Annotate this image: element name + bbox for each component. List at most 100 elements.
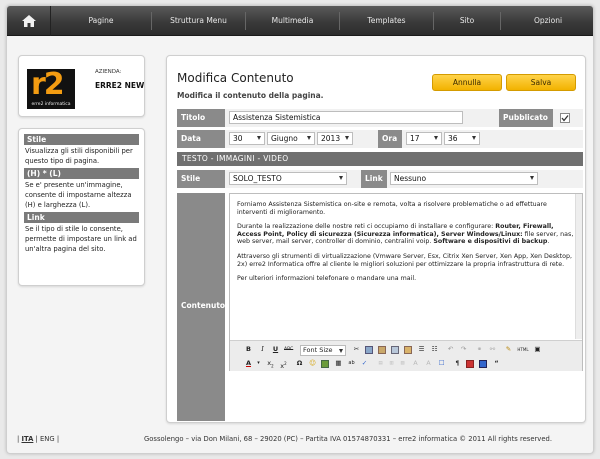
time-label: Ora bbox=[378, 130, 402, 148]
content-label: Contenuto bbox=[177, 193, 225, 421]
page-subtitle: Modifica il contenuto della pagina. bbox=[177, 91, 324, 100]
strike-icon[interactable]: A bbox=[411, 359, 420, 368]
year-value: 2013 bbox=[321, 134, 341, 143]
table-icon[interactable]: ▦ bbox=[334, 359, 343, 368]
redo-icon[interactable]: ↷ bbox=[459, 345, 468, 354]
published-checkbox[interactable] bbox=[560, 113, 570, 123]
text-color-icon[interactable]: A bbox=[244, 359, 253, 368]
year-select[interactable]: 2013 bbox=[317, 132, 353, 145]
link-label: Link bbox=[361, 170, 387, 188]
link-icon[interactable]: ⚭ bbox=[475, 345, 484, 354]
superscript-icon[interactable]: x2 bbox=[279, 359, 288, 370]
company-label: AZIENDA: bbox=[95, 69, 122, 75]
lang-eng[interactable]: ENG bbox=[40, 435, 55, 443]
editor-paragraph: Per ulteriori informazioni telefonare o … bbox=[237, 275, 417, 283]
italic-icon[interactable]: I bbox=[258, 345, 267, 354]
strikethrough-icon[interactable]: ABC bbox=[284, 345, 293, 354]
nav-sito[interactable]: Sito bbox=[434, 6, 500, 36]
paragraph-icon[interactable]: ¶ bbox=[453, 359, 462, 368]
help-text-link: Se il tipo di stile lo consente, permett… bbox=[25, 225, 137, 253]
editor-paragraph: Forniamo Assistenza Sistemistica on-site… bbox=[237, 201, 547, 216]
nav-struttura-menu[interactable]: Struttura Menu bbox=[152, 6, 245, 36]
editor-text: . bbox=[547, 238, 550, 246]
table-row-icon[interactable]: ▤ bbox=[376, 359, 385, 368]
numbered-list-icon[interactable]: ☷ bbox=[430, 345, 439, 354]
undo-icon[interactable]: ↶ bbox=[446, 345, 455, 354]
month-select[interactable]: Giugno bbox=[267, 132, 315, 145]
chevron-down-icon bbox=[345, 136, 349, 140]
cut-icon[interactable]: ✂ bbox=[352, 345, 361, 354]
chevron-down-icon bbox=[339, 176, 343, 180]
anchor-icon[interactable] bbox=[466, 360, 474, 368]
title-row: Titolo Assistenza Sistemistica Pubblicat… bbox=[177, 109, 583, 127]
separator: | bbox=[56, 435, 60, 443]
chevron-down-icon bbox=[257, 136, 261, 140]
day-select[interactable]: 30 bbox=[229, 132, 265, 145]
page-title: Modifica Contenuto bbox=[177, 71, 294, 85]
save-button[interactable]: Salva bbox=[506, 74, 576, 91]
spellcheck-icon[interactable]: ✓ bbox=[360, 359, 369, 368]
copy-icon[interactable] bbox=[365, 346, 373, 354]
content-editor[interactable]: Forniamo Assistenza Sistemistica on-site… bbox=[229, 193, 583, 371]
template-icon[interactable] bbox=[479, 360, 487, 368]
link-select[interactable]: Nessuno bbox=[390, 172, 538, 185]
help-heading-size: (H) * (L) bbox=[24, 168, 139, 179]
font-size-select[interactable]: Font Size bbox=[300, 345, 346, 356]
cancel-button[interactable]: Annulla bbox=[432, 74, 502, 91]
month-value: Giugno bbox=[271, 134, 298, 143]
table-col-icon[interactable]: ▥ bbox=[387, 359, 396, 368]
emoticon-icon[interactable]: ☺ bbox=[308, 359, 317, 368]
font-size-label: Font Size bbox=[303, 346, 333, 354]
paste-text-icon[interactable] bbox=[391, 346, 399, 354]
minute-select[interactable]: 36 bbox=[444, 132, 480, 145]
nav-multimedia[interactable]: Multimedia bbox=[246, 6, 339, 36]
link-value: Nessuno bbox=[394, 174, 427, 183]
media-icon[interactable] bbox=[321, 360, 329, 368]
special-char-icon[interactable]: Ω bbox=[295, 359, 304, 368]
text-icon[interactable]: A bbox=[424, 359, 433, 368]
top-nav: Pagine Struttura Menu Multimedia Templat… bbox=[7, 6, 593, 36]
title-input[interactable]: Assistenza Sistemistica bbox=[229, 111, 463, 124]
unlink-icon[interactable]: ⚯ bbox=[488, 345, 497, 354]
blockquote-icon[interactable]: “ bbox=[492, 359, 501, 368]
title-label: Titolo bbox=[177, 109, 225, 127]
image-icon[interactable]: ▣ bbox=[533, 345, 542, 354]
hour-select[interactable]: 17 bbox=[406, 132, 442, 145]
editor-text-area[interactable]: Forniamo Assistenza Sistemistica on-site… bbox=[230, 194, 582, 339]
company-box: r2 erre2 informatica AZIENDA: ERRE2 NEW bbox=[18, 55, 145, 117]
published-label: Pubblicato bbox=[499, 109, 553, 127]
help-text-size: Se e' presente un'immagine, consente di … bbox=[25, 181, 132, 209]
table-cell-icon[interactable]: ▧ bbox=[398, 359, 407, 368]
editor-scrollbar[interactable] bbox=[575, 194, 582, 339]
style-select[interactable]: SOLO_TESTO bbox=[229, 172, 347, 185]
date-label: Data bbox=[177, 130, 225, 148]
language-switch: | ITA | ENG | bbox=[17, 435, 59, 443]
cleanup-icon[interactable]: ✎ bbox=[504, 345, 513, 354]
separator: | bbox=[17, 435, 20, 443]
chevron-down-icon[interactable]: ▾ bbox=[254, 359, 263, 368]
find-replace-icon[interactable]: ab bbox=[347, 359, 356, 368]
nav-opzioni[interactable]: Opzioni bbox=[501, 6, 593, 36]
nav-pagine[interactable]: Pagine bbox=[51, 6, 151, 36]
editor-toolbar: B I U ABC Font Size ✂ ☰ ☷ ↶ ↷ ⚭ ⚯ ✎ HTML… bbox=[230, 340, 582, 371]
paste-word-icon[interactable] bbox=[404, 346, 412, 354]
insert-icon[interactable]: ☐ bbox=[437, 359, 446, 368]
lang-ita[interactable]: ITA bbox=[21, 435, 33, 443]
subscript-icon[interactable]: x2 bbox=[266, 359, 275, 368]
nav-templates[interactable]: Templates bbox=[340, 6, 433, 36]
help-text-stile: Visualizza gli stili disponibili per que… bbox=[25, 147, 133, 165]
chevron-down-icon bbox=[434, 136, 438, 140]
editor-bold-text: Software e dispositivi di backup bbox=[433, 238, 548, 246]
bullet-list-icon[interactable]: ☰ bbox=[417, 345, 426, 354]
bold-icon[interactable]: B bbox=[244, 345, 253, 354]
style-label: Stile bbox=[177, 170, 225, 188]
chevron-down-icon bbox=[472, 136, 476, 140]
company-name: ERRE2 NEW bbox=[95, 81, 145, 90]
editor-paragraph: Durante la realizzazione delle nostre re… bbox=[237, 223, 575, 246]
home-button[interactable] bbox=[7, 6, 51, 36]
html-icon[interactable]: HTML bbox=[517, 345, 529, 354]
help-box: Stile Visualizza gli stili disponibili p… bbox=[18, 128, 145, 286]
copyright-text: Gossolengo – via Don Milani, 68 – 29020 … bbox=[144, 435, 552, 443]
paste-icon[interactable] bbox=[378, 346, 386, 354]
underline-icon[interactable]: U bbox=[271, 345, 280, 354]
